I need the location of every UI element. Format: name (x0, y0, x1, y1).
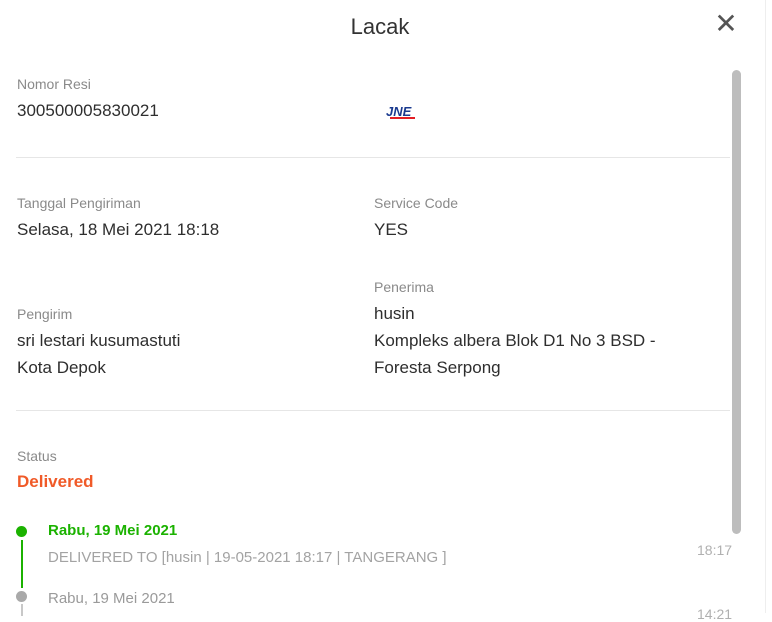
timeline-description: DELIVERED TO [husin | 19-05-2021 18:17 |… (48, 549, 447, 566)
status-value: Delivered (17, 472, 94, 491)
close-icon[interactable]: ✕ (712, 10, 740, 38)
divider (16, 410, 730, 411)
timeline-connector (21, 604, 23, 616)
sender-city: Kota Depok (17, 358, 106, 377)
svg-text:JNE: JNE (386, 104, 412, 119)
shipping-date-value: Selasa, 18 Mei 2021 18:18 (17, 220, 220, 239)
service-code-label: Service Code (374, 195, 459, 211)
timeline-dot (16, 591, 27, 602)
recipient-address-line2: Foresta Serpong (374, 358, 501, 377)
resi-number: 300500005830021 (17, 101, 159, 120)
recipient-name: husin (374, 304, 415, 323)
modal-title: Lacak (350, 14, 410, 39)
recipient-label: Penerima (374, 279, 434, 295)
resi-label: Nomor Resi (17, 76, 91, 92)
status-label: Status (17, 448, 57, 464)
timeline-time: 14:21 (697, 606, 733, 622)
service-code-value: YES (374, 220, 409, 239)
timeline-dot-active (16, 526, 27, 537)
timeline-date: Rabu, 19 Mei 2021 (48, 522, 178, 539)
shipping-date-label: Tanggal Pengiriman (17, 195, 141, 211)
timeline-date: Rabu, 19 Mei 2021 (48, 590, 175, 607)
scrollbar-thumb[interactable] (732, 70, 741, 534)
sender-name: sri lestari kusumastuti (17, 331, 181, 350)
recipient-address-line1: Kompleks albera Blok D1 No 3 BSD - (374, 331, 656, 350)
divider (16, 157, 730, 158)
page-scroll-edge (765, 0, 772, 613)
tracking-modal: Lacak ✕ Nomor Resi 300500005830021 JNE T… (0, 0, 772, 622)
jne-logo-icon: JNE (386, 104, 415, 119)
timeline-time: 18:17 (697, 542, 733, 558)
timeline-connector (21, 540, 23, 588)
sender-label: Pengirim (17, 306, 73, 322)
